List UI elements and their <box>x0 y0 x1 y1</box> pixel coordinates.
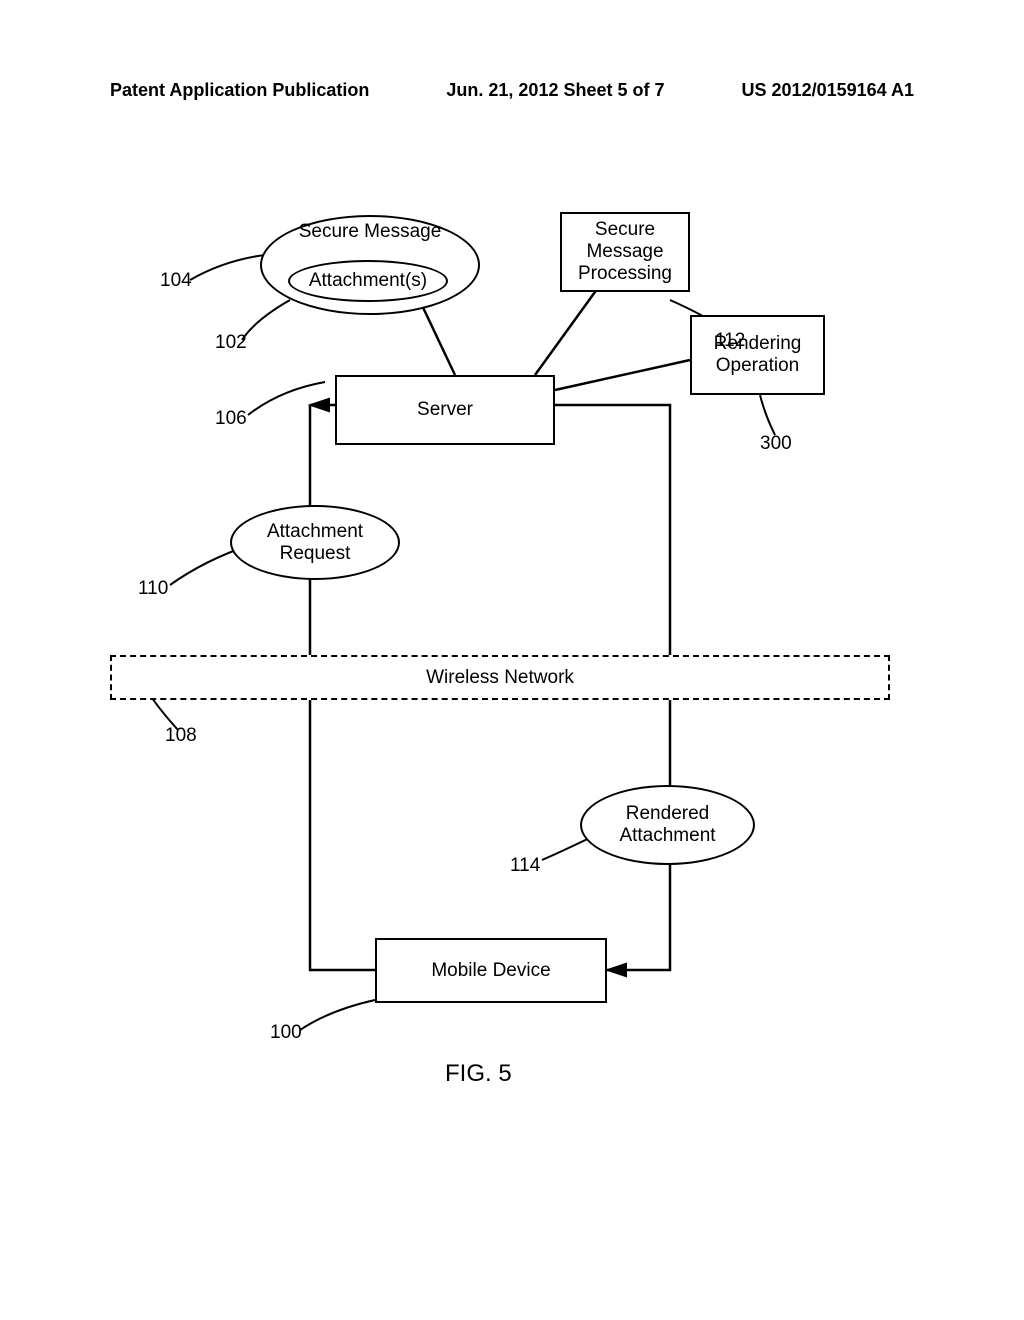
server-box: Server <box>335 375 555 445</box>
header-left: Patent Application Publication <box>110 80 369 101</box>
attachments-label: Attachment(s) <box>309 270 427 292</box>
secure-message-label: Secure Message <box>299 221 442 243</box>
header-right: US 2012/0159164 A1 <box>742 80 914 101</box>
attach-req-label: Attachment Request <box>267 521 363 565</box>
figure-diagram: Secure Message Attachment(s) Secure Mess… <box>110 160 910 1110</box>
page-header: Patent Application Publication Jun. 21, … <box>0 80 1024 101</box>
figure-caption: FIG. 5 <box>445 1060 512 1088</box>
mobile-device-label: Mobile Device <box>431 960 550 982</box>
ref-108: 108 <box>165 725 197 747</box>
ref-102: 102 <box>215 332 247 354</box>
ref-110: 110 <box>138 578 168 600</box>
mobile-device-box: Mobile Device <box>375 938 607 1003</box>
wireless-box: Wireless Network <box>110 655 890 700</box>
attachments-ellipse: Attachment(s) <box>288 260 448 302</box>
server-label: Server <box>417 399 473 421</box>
ref-112: 112 <box>715 330 745 352</box>
rendered-att-ellipse: Rendered Attachment <box>580 785 755 865</box>
ref-100: 100 <box>270 1022 302 1044</box>
ref-300: 300 <box>760 433 792 455</box>
ref-114: 114 <box>510 855 540 877</box>
rendered-att-label: Rendered Attachment <box>619 803 715 847</box>
ref-106: 106 <box>215 408 247 430</box>
attach-req-ellipse: Attachment Request <box>230 505 400 580</box>
header-mid: Jun. 21, 2012 Sheet 5 of 7 <box>446 80 664 101</box>
rendering-op-box: Rendering Operation <box>690 315 825 395</box>
ref-104: 104 <box>160 270 192 292</box>
wireless-label: Wireless Network <box>426 667 574 689</box>
secure-msg-processing-box: Secure Message Processing <box>560 212 690 292</box>
secure-msg-processing-label: Secure Message Processing <box>578 219 672 285</box>
